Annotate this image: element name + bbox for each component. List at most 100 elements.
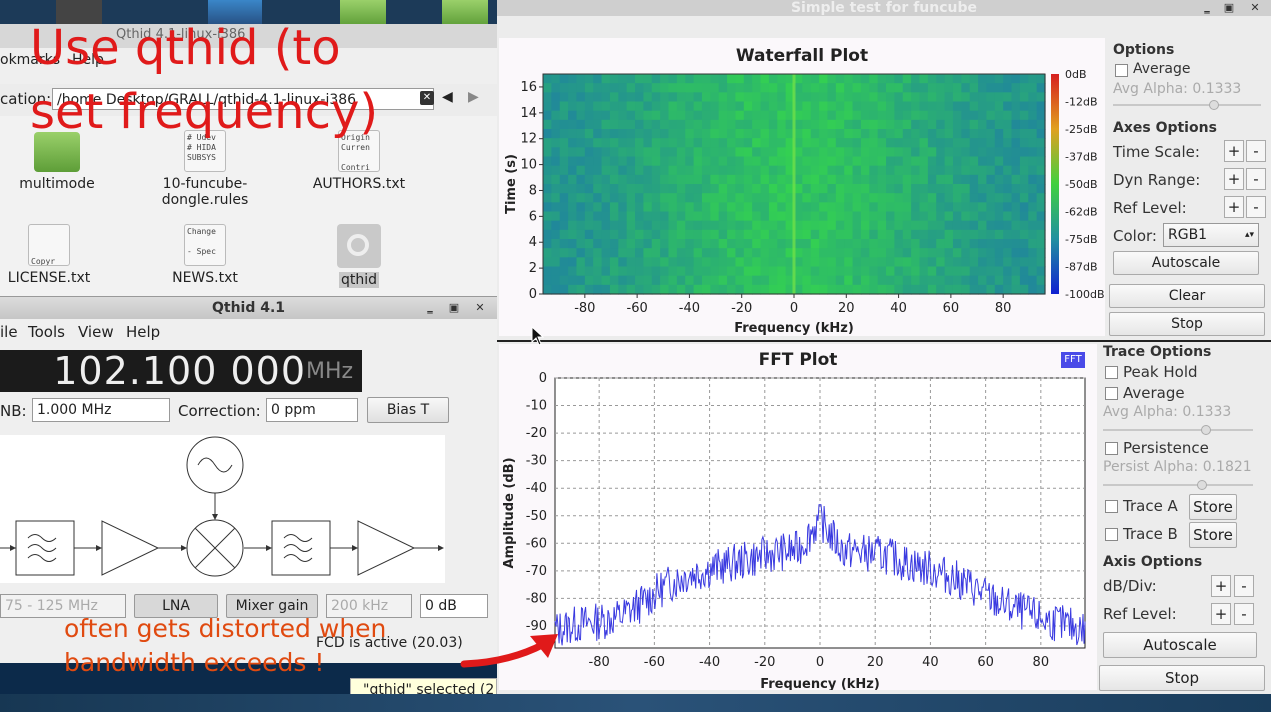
slider-knob[interactable] [1201,425,1211,435]
waterfall-cell [952,220,962,231]
waterfall-cell [643,156,653,167]
desktop-folder-icon[interactable] [442,0,488,26]
trace-b-checkbox[interactable] [1105,528,1118,541]
waterfall-cell [735,101,745,112]
waterfall-cell [676,92,686,103]
waterfall-cell [1011,193,1021,203]
slider-knob[interactable] [1209,100,1219,110]
menu-help[interactable]: Help [126,323,160,341]
desktop-folder-icon[interactable] [340,0,386,26]
waterfall-cell [886,165,895,176]
if-gain-spinbox[interactable]: 0 dB [420,594,488,618]
db-div-minus[interactable]: - [1234,575,1254,597]
waterfall-cell [936,147,946,158]
file-item-license[interactable]: Copyr LICENSE.txt [0,224,114,286]
waterfall-cell [743,165,753,176]
close-icon[interactable]: ✕ [1245,0,1265,16]
colorbar-label: -37dB [1065,151,1098,164]
forward-arrow-icon[interactable]: ▶ [468,89,479,105]
waterfall-cell [961,275,971,286]
waterfall-cell [701,184,711,194]
maximize-icon[interactable]: ▣ [1219,0,1239,16]
clear-location-icon[interactable]: ✕ [420,91,434,105]
average-checkbox[interactable] [1115,64,1128,77]
waterfall-cell [743,248,753,258]
waterfall-cell [685,284,695,295]
maximize-icon[interactable]: ▣ [444,300,464,316]
waterfall-cell [961,211,971,222]
file-item-news[interactable]: Change - Spec NEWS.txt [140,224,270,286]
waterfall-cell [685,174,695,185]
autoscale-button[interactable]: Autoscale [1113,251,1259,275]
waterfall-cell [676,202,686,213]
ref-level-minus[interactable]: - [1234,603,1254,625]
stop-button[interactable]: Stop [1099,665,1265,691]
store-a-button[interactable]: Store [1189,494,1237,520]
waterfall-cell [902,110,912,121]
waterfall-cell [768,165,778,176]
waterfall-cell [559,92,569,103]
waterfall-cell [568,147,578,158]
persist-alpha-slider[interactable] [1103,480,1253,490]
waterfall-cell [978,284,988,295]
waterfall-cell [819,275,829,286]
waterfall-cell [886,101,895,112]
waterfall-cell [609,193,619,203]
waterfall-cell [994,257,1004,268]
waterfall-cell [844,110,854,121]
peak-hold-checkbox[interactable] [1105,366,1118,379]
file-item-rules[interactable]: # Udev # HIDA SUBSYS 10-funcube- dongle.ru… [140,130,270,208]
dyn-range-plus[interactable]: + [1224,168,1244,190]
menu-file[interactable]: ile [0,323,18,341]
x-tick-label: 40 [922,655,939,670]
slider-knob[interactable] [1197,480,1207,490]
clear-button[interactable]: Clear [1109,284,1265,308]
ref-level-plus[interactable]: + [1211,603,1231,625]
waterfall-cell [576,92,586,103]
waterfall-cell [869,129,879,139]
waterfall-cell [760,202,770,213]
back-arrow-icon[interactable]: ◀ [442,89,453,105]
ref-level-minus[interactable]: - [1246,196,1266,218]
close-icon[interactable]: ✕ [470,300,490,316]
menu-view[interactable]: View [78,323,114,341]
avg-alpha-slider[interactable] [1103,425,1253,435]
waterfall-cell [860,220,870,231]
persistence-checkbox[interactable] [1105,442,1118,455]
waterfall-cell [1003,275,1013,286]
waterfall-cell [835,101,845,112]
dyn-range-minus[interactable]: - [1246,168,1266,190]
ref-level-plus[interactable]: + [1224,196,1244,218]
avg-alpha-slider[interactable] [1113,100,1261,110]
fft-plot[interactable]: -80 -60 -40 -20 0 20 40 60 800-10-20-30-40-50-60… [499,344,1097,690]
stop-button[interactable]: Stop [1109,312,1265,336]
waterfall-plot[interactable]: -80 -60 -40 -20 0 20 40 60 800246810121416Freque… [499,38,1105,336]
waterfall-cell [693,266,703,277]
correction-spinbox[interactable]: 0 ppm [266,398,358,422]
x-tick-label: 80 [995,301,1012,316]
file-item-multimode[interactable]: multimode [0,132,122,192]
waterfall-cell [584,239,594,249]
lnb-spinbox[interactable]: 1.000 MHz [32,398,170,422]
waterfall-cell [1028,275,1038,286]
time-scale-plus[interactable]: + [1224,140,1244,162]
trace-a-checkbox[interactable] [1105,500,1118,513]
menu-tools[interactable]: Tools [28,323,65,341]
waterfall-cell [952,92,962,103]
file-item-qthid[interactable]: qthid [294,224,424,288]
waterfall-cell [944,74,954,84]
waterfall-cell [618,202,628,213]
minimize-icon[interactable]: ‗ [420,300,440,316]
waterfall-cell [835,165,845,176]
autoscale-button[interactable]: Autoscale [1103,632,1257,658]
waterfall-cell [718,248,728,258]
color-select[interactable]: RGB1 ▴▾ [1163,223,1259,247]
waterfall-cell [609,211,619,222]
time-scale-minus[interactable]: - [1246,140,1266,162]
average-checkbox[interactable] [1105,387,1118,400]
store-b-button[interactable]: Store [1189,522,1237,548]
bias-t-button[interactable]: Bias T [367,397,449,423]
db-div-plus[interactable]: + [1211,575,1231,597]
minimize-icon[interactable]: ‗ [1197,0,1217,16]
waterfall-cell [651,239,661,249]
